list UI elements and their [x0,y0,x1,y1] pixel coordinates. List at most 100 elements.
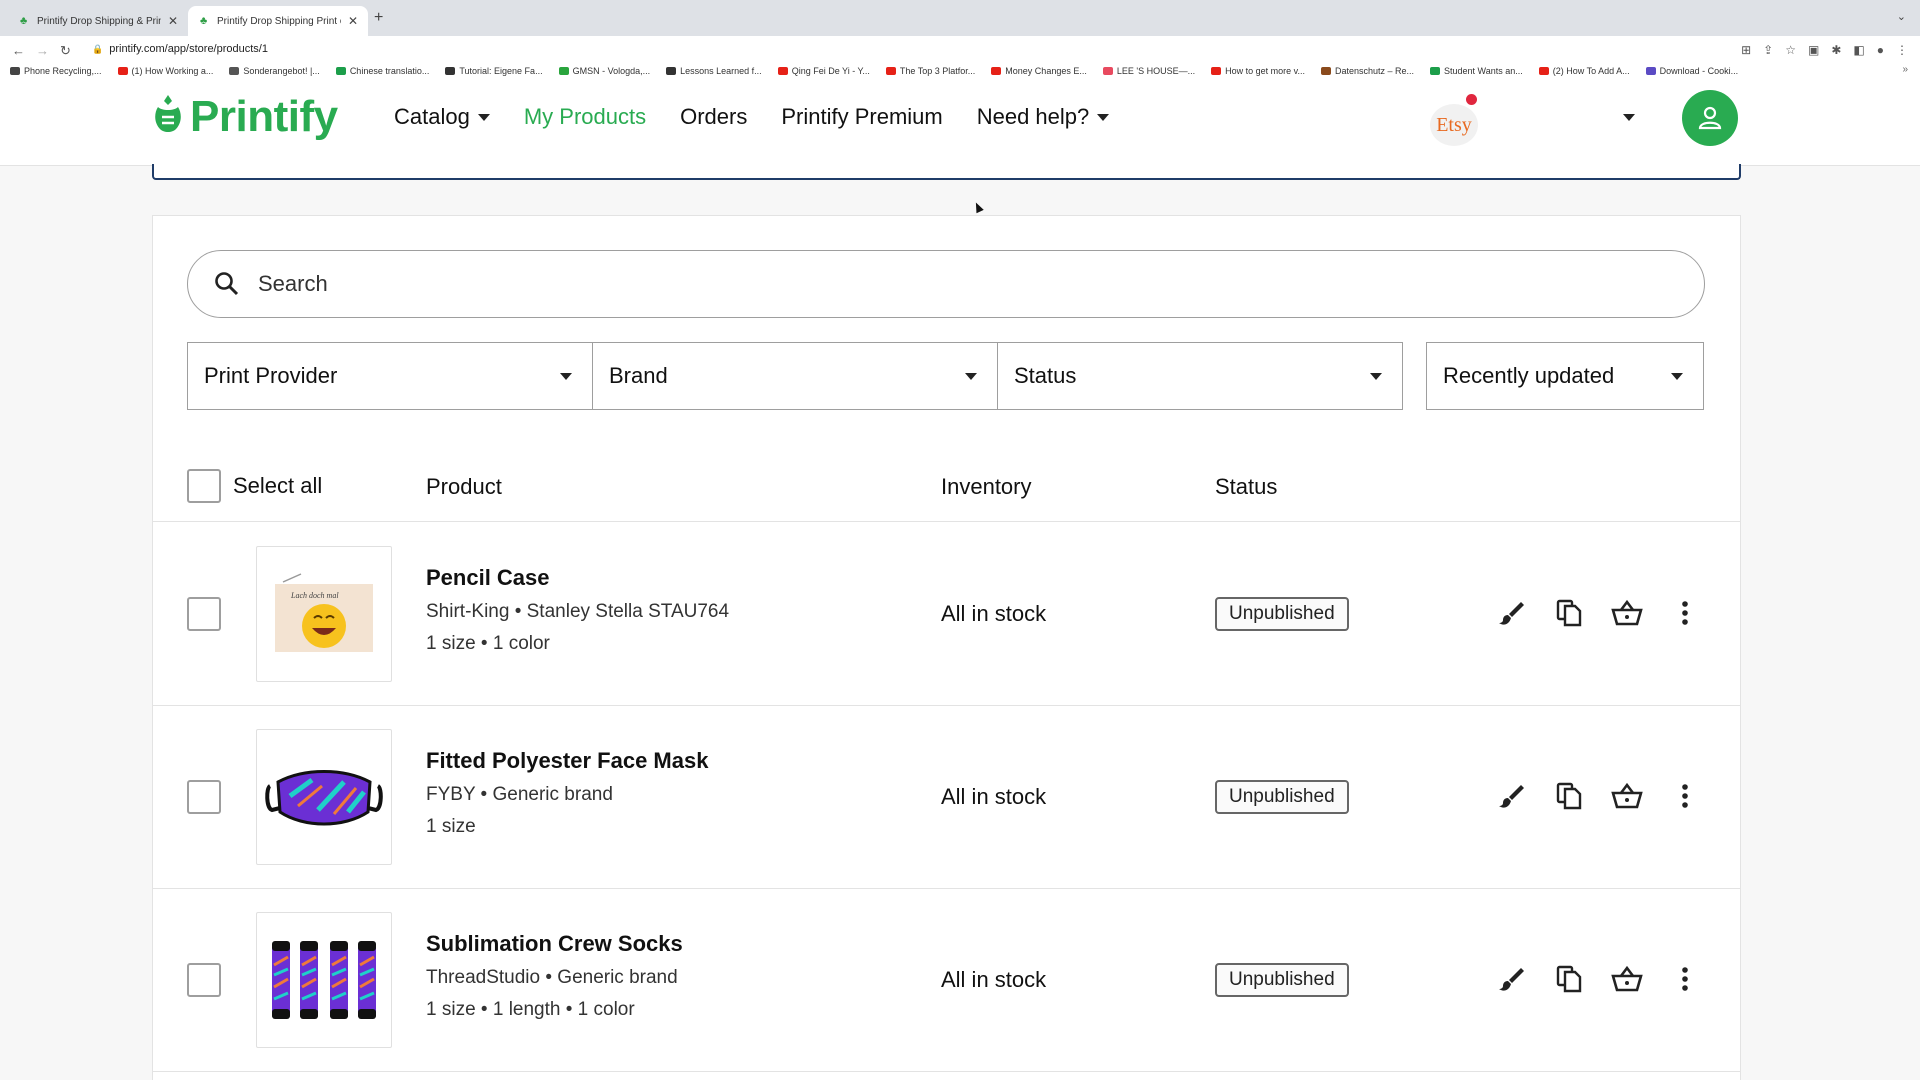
bookmark-label: Student Wants an... [1444,66,1523,76]
close-tab-icon[interactable]: ✕ [168,14,178,28]
product-title[interactable]: Pencil Case [426,565,729,591]
bookmark-label: Datenschutz – Re... [1334,66,1415,76]
product-thumbnail-face-mask[interactable] [256,729,392,865]
row-checkbox[interactable] [187,963,221,997]
status-select[interactable]: Status [997,342,1403,410]
crew-socks-image [272,941,376,1019]
bookmark-item[interactable]: Download - Cooki... [1645,66,1738,76]
back-icon[interactable]: ← [12,43,25,58]
browser-tab-active[interactable]: ♣ Printify Drop Shipping Print on ✕ [188,6,368,36]
product-title[interactable]: Fitted Polyester Face Mask [426,748,708,774]
bookmark-item[interactable]: How to get more v... [1211,66,1305,76]
more-options-icon[interactable] [1669,963,1701,995]
account-avatar[interactable] [1682,90,1738,146]
url-text: printify.com/app/store/products/1 [109,43,268,55]
product-thumbnail-pencil-case[interactable]: Lach doch mal [256,546,392,682]
table-row[interactable]: Sublimation Crew Socks ThreadStudio • Ge… [153,889,1740,1072]
bookmark-item[interactable]: Phone Recycling,... [10,66,102,76]
row-checkbox[interactable] [187,597,221,631]
bookmarks-more-icon[interactable]: » [1902,64,1908,75]
product-info: Fitted Polyester Face Mask FYBY • Generi… [426,748,708,848]
nav-my-products[interactable]: My Products [524,104,646,130]
brand-select[interactable]: Brand [592,342,998,410]
url-field[interactable]: 🔒 printify.com/app/store/products/1 [92,43,268,55]
edit-brush-icon[interactable] [1495,597,1527,629]
bookmark-favicon-icon [445,67,456,75]
filters: Print Provider Brand Status Recently upd… [187,342,1704,410]
bookmark-item[interactable]: Tutorial: Eigene Fa... [445,66,543,76]
bookmark-favicon-icon [1430,67,1441,75]
bookmark-favicon-icon [10,67,20,75]
bookmark-label: Phone Recycling,... [24,66,102,76]
new-tab-button[interactable]: + [374,9,383,27]
bookmark-item[interactable]: GMSN - Vologda,... [558,66,650,76]
bookmark-label: LEE 'S HOUSE—... [1116,66,1196,76]
chevron-down-icon [1097,113,1110,121]
bookmark-item[interactable]: Money Changes E... [991,66,1087,76]
browser-tab[interactable]: ♣ Printify Drop Shipping & Printi ✕ [8,6,188,36]
bookmark-item[interactable]: Student Wants an... [1430,66,1523,76]
duplicate-icon[interactable] [1553,780,1585,812]
inventory-status: All in stock [941,601,1047,626]
mouse-cursor-icon [972,200,984,214]
tab-search-icon[interactable]: ⌄ [1897,10,1906,23]
reload-icon[interactable]: ↻ [60,43,71,59]
print-provider-select[interactable]: Print Provider [187,342,593,410]
more-options-icon[interactable] [1669,597,1701,629]
bookmark-item[interactable]: Datenschutz – Re... [1320,66,1415,76]
sort-select[interactable]: Recently updated [1426,342,1704,410]
table-header: Select all Product Inventory Status [153,412,1740,522]
publish-basket-icon[interactable] [1611,597,1643,629]
row-checkbox[interactable] [187,780,221,814]
star-icon[interactable]: ☆ [1785,43,1796,57]
edit-brush-icon[interactable] [1495,963,1527,995]
nav-label: Catalog [394,104,470,129]
select-label: Print Provider [204,363,338,388]
sidepanel-icon[interactable]: ◧ [1853,43,1864,57]
table-row[interactable]: Fitted Polyester Face Mask FYBY • Generi… [153,706,1740,889]
table-row[interactable]: Lach doch mal Pencil Case Shirt-King • S… [153,523,1740,706]
forward-icon[interactable]: → [36,43,49,58]
nav-catalog[interactable]: Catalog [394,104,490,130]
printify-favicon-icon: ♣ [200,15,208,27]
translate-icon[interactable]: ⊞ [1741,43,1751,57]
thumb-text: Lach doch mal [290,591,339,600]
bookmark-item[interactable]: (1) How Working a... [117,66,213,76]
printify-logo[interactable]: Printify [152,92,338,142]
bookmark-item[interactable]: Chinese translatio... [335,66,429,76]
select-all[interactable]: Select all [187,469,322,503]
nav-label: Need help? [976,104,1090,129]
product-thumbnail-crew-socks[interactable] [256,912,392,1048]
profile-icon[interactable]: ● [1877,43,1884,57]
extension-icon[interactable]: ▣ [1808,43,1819,57]
logo-text: Printify [190,92,338,141]
search-input[interactable] [258,271,1558,297]
bookmark-item[interactable]: Qing Fei De Yi - Y... [777,66,870,76]
products-card: Print Provider Brand Status Recently upd… [152,215,1741,1080]
close-tab-icon[interactable]: ✕ [348,14,358,28]
select-all-checkbox[interactable] [187,469,221,503]
bookmark-item[interactable]: (2) How To Add A... [1538,66,1630,76]
nav-printify-premium[interactable]: Printify Premium [781,104,942,130]
edit-brush-icon[interactable] [1495,780,1527,812]
bookmark-item[interactable]: LEE 'S HOUSE—... [1102,66,1196,76]
search-bar[interactable] [187,250,1705,318]
nav-orders[interactable]: Orders [680,104,747,130]
nav-need-help[interactable]: Need help? [977,104,1110,130]
publish-basket-icon[interactable] [1611,963,1643,995]
duplicate-icon[interactable] [1553,597,1585,629]
publish-basket-icon[interactable] [1611,780,1643,812]
bookmark-item[interactable]: Sonderangebot! |... [229,66,320,76]
puzzle-icon[interactable]: ✱ [1831,43,1841,57]
bookmark-favicon-icon [991,67,1002,75]
notification-dot [1466,94,1477,105]
store-selector-etsy[interactable]: Etsy [1430,104,1478,146]
duplicate-icon[interactable] [1553,963,1585,995]
bookmark-item[interactable]: The Top 3 Platfor... [885,66,975,76]
store-dropdown-chevron-icon[interactable] [1623,114,1635,121]
more-options-icon[interactable] [1669,780,1701,812]
menu-icon[interactable]: ⋮ [1896,43,1908,57]
bookmark-item[interactable]: Lessons Learned f... [666,66,762,76]
share-icon[interactable]: ⇪ [1763,43,1773,57]
product-title[interactable]: Sublimation Crew Socks [426,931,683,957]
